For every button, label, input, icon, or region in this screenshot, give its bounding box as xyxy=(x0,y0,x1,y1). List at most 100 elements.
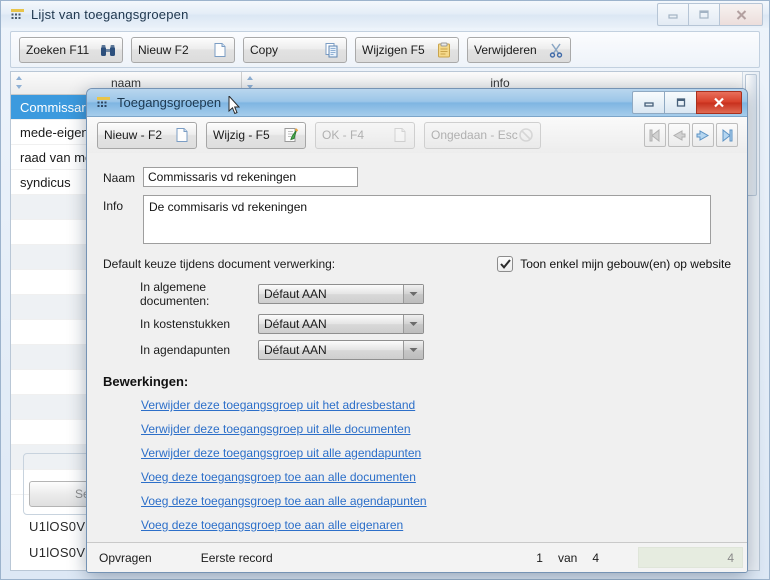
operations-title: Bewerkingen: xyxy=(103,374,189,389)
dialog-ongedaan-button[interactable]: Ongedaan - Esc xyxy=(424,121,541,149)
wijzigen-button-label: Wijzigen F5 xyxy=(362,42,425,57)
copy-icon xyxy=(325,42,338,57)
website-checkbox-row[interactable]: Toon enkel mijn gebouw(en) op website xyxy=(497,256,731,272)
last-record-button[interactable] xyxy=(716,123,738,147)
screen: Lijst van toegangsgroepen Zoeken F11 Nie… xyxy=(0,0,770,580)
dialog-nieuw-label: Nieuw - F2 xyxy=(104,128,163,142)
website-checkbox-label: Toon enkel mijn gebouw(en) op website xyxy=(520,257,731,271)
status-action: Opvragen xyxy=(99,550,152,565)
minimize-button[interactable] xyxy=(657,3,689,26)
dialog-close-button[interactable] xyxy=(696,91,742,114)
dialog-titlebar: Toegangsgroepen xyxy=(87,89,747,117)
nieuw-button-label: Nieuw F2 xyxy=(138,42,189,57)
dialog-body: Naam Info De commisaris vd rekeningen De… xyxy=(87,153,747,542)
key-row-value: U1lOS0V xyxy=(29,519,86,534)
verwijderen-button-label: Verwijderen xyxy=(474,42,537,57)
clipboard-icon xyxy=(438,42,450,57)
dialog-wijzig-label: Wijzig - F5 xyxy=(213,128,270,142)
default-row-label: In algemene documenten: xyxy=(140,280,210,308)
close-icon xyxy=(714,97,724,108)
wijzigen-button[interactable]: Wijzigen F5 xyxy=(355,36,459,63)
verwijderen-button[interactable]: Verwijderen xyxy=(467,36,571,63)
previous-record-button[interactable] xyxy=(668,123,690,147)
algemene-documenten-value: Défaut AAN xyxy=(264,287,327,301)
link-voeg-eigenaren[interactable]: Voeg deze toegangsgroep toe aan alle eig… xyxy=(141,518,403,532)
first-record-icon xyxy=(649,128,660,142)
main-toolbar: Zoeken F11 Nieuw F2 Copy Wijzigen F5 Ver… xyxy=(10,31,760,68)
status-record: Eerste record xyxy=(200,550,273,565)
chevron-down-icon xyxy=(403,341,423,359)
copy-button-label: Copy xyxy=(250,42,279,57)
record-navigation xyxy=(642,123,738,147)
link-verwijder-adresbestand[interactable]: Verwijder deze toegangsgroep uit het adr… xyxy=(141,398,415,412)
status-total: 4 xyxy=(592,550,599,565)
defaults-section-header: Default keuze tijdens document verwerkin… xyxy=(103,256,731,272)
status-of-label: van xyxy=(557,550,578,565)
undo-icon xyxy=(518,128,533,142)
link-verwijder-agendapunten[interactable]: Verwijder deze toegangsgroep uit alle ag… xyxy=(141,446,421,460)
zoeken-button[interactable]: Zoeken F11 xyxy=(19,36,123,63)
maximize-button[interactable] xyxy=(688,3,720,26)
default-row-algemene-documenten: In algemene documenten: Défaut AAN xyxy=(103,280,731,308)
status-count-box: 4 xyxy=(638,547,743,568)
minimize-icon xyxy=(668,13,678,19)
cell-naam: syndicus xyxy=(20,174,71,190)
default-row-agendapunten: In agendapunten Défaut AAN xyxy=(103,340,731,360)
agendapunten-value: Défaut AAN xyxy=(264,343,327,357)
key-row: U1lOS0V xyxy=(29,545,85,560)
key-row: U1lOS0V xyxy=(29,519,85,534)
default-row-label: In kostenstukken xyxy=(140,317,231,331)
status-position: 1 xyxy=(536,550,543,565)
naam-input[interactable] xyxy=(143,167,358,187)
website-checkbox[interactable] xyxy=(497,256,514,272)
next-record-button[interactable] xyxy=(692,123,714,147)
scissors-icon xyxy=(549,43,563,58)
first-record-button[interactable] xyxy=(644,123,666,147)
dialog-window-controls xyxy=(632,91,742,114)
dialog-maximize-button[interactable] xyxy=(664,91,697,114)
kostenstukken-value: Défaut AAN xyxy=(264,317,327,331)
agendapunten-select[interactable]: Défaut AAN xyxy=(258,340,424,360)
copy-button[interactable]: Copy xyxy=(243,36,347,63)
dialog-ok-button[interactable]: OK - F4 xyxy=(315,121,415,149)
zoeken-button-label: Zoeken F11 xyxy=(26,42,90,57)
dialog-wijzig-button[interactable]: Wijzig - F5 xyxy=(206,121,306,149)
dialog-ongedaan-label: Ongedaan - Esc xyxy=(431,128,518,142)
toegangsgroepen-dialog: Toegangsgroepen Nieuw - F2 Wijzig - F5 O… xyxy=(86,88,748,573)
default-row-label: In agendapunten xyxy=(140,343,231,357)
status-count-value: 4 xyxy=(727,550,734,565)
info-label: Info xyxy=(103,199,124,213)
defaults-section-label: Default keuze tijdens document verwerkin… xyxy=(103,257,336,271)
dialog-nieuw-button[interactable]: Nieuw - F2 xyxy=(97,121,197,149)
status-position-group: 1 van 4 xyxy=(536,551,599,565)
info-field-row: Info De commisaris vd rekeningen xyxy=(103,195,731,244)
new-document-icon xyxy=(176,128,188,142)
grid-icon xyxy=(97,97,110,107)
chevron-down-icon xyxy=(403,285,423,303)
naam-label: Naam xyxy=(103,171,136,185)
dialog-toolbar: Nieuw - F2 Wijzig - F5 OK - F4 Ongedaan … xyxy=(87,117,747,154)
edit-icon xyxy=(284,128,299,142)
dialog-title: Toegangsgroepen xyxy=(117,95,222,110)
binoculars-icon xyxy=(101,44,115,56)
link-voeg-documenten[interactable]: Voeg deze toegangsgroep toe aan alle doc… xyxy=(141,470,416,484)
previous-record-icon xyxy=(672,129,686,141)
close-button[interactable] xyxy=(719,3,763,26)
dialog-ok-label: OK - F4 xyxy=(322,128,365,142)
dialog-minimize-button[interactable] xyxy=(632,91,665,114)
key-row-value: U1lOS0V xyxy=(29,545,86,560)
link-verwijder-documenten[interactable]: Verwijder deze toegangsgroep uit alle do… xyxy=(141,422,411,436)
info-textarea[interactable]: De commisaris vd rekeningen xyxy=(143,195,711,244)
naam-field-row: Naam xyxy=(103,167,731,187)
algemene-documenten-select[interactable]: Défaut AAN xyxy=(258,284,424,304)
minimize-icon xyxy=(643,101,654,107)
grid-icon xyxy=(11,9,24,19)
default-row-kostenstukken: In kostenstukken Défaut AAN xyxy=(103,314,731,334)
nieuw-button[interactable]: Nieuw F2 xyxy=(131,36,235,63)
link-voeg-agendapunten[interactable]: Voeg deze toegangsgroep toe aan alle age… xyxy=(141,494,427,508)
main-titlebar: Lijst van toegangsgroepen xyxy=(1,1,769,28)
ok-icon xyxy=(394,128,406,142)
main-window-controls xyxy=(657,3,763,26)
last-record-icon xyxy=(722,128,733,142)
kostenstukken-select[interactable]: Défaut AAN xyxy=(258,314,424,334)
